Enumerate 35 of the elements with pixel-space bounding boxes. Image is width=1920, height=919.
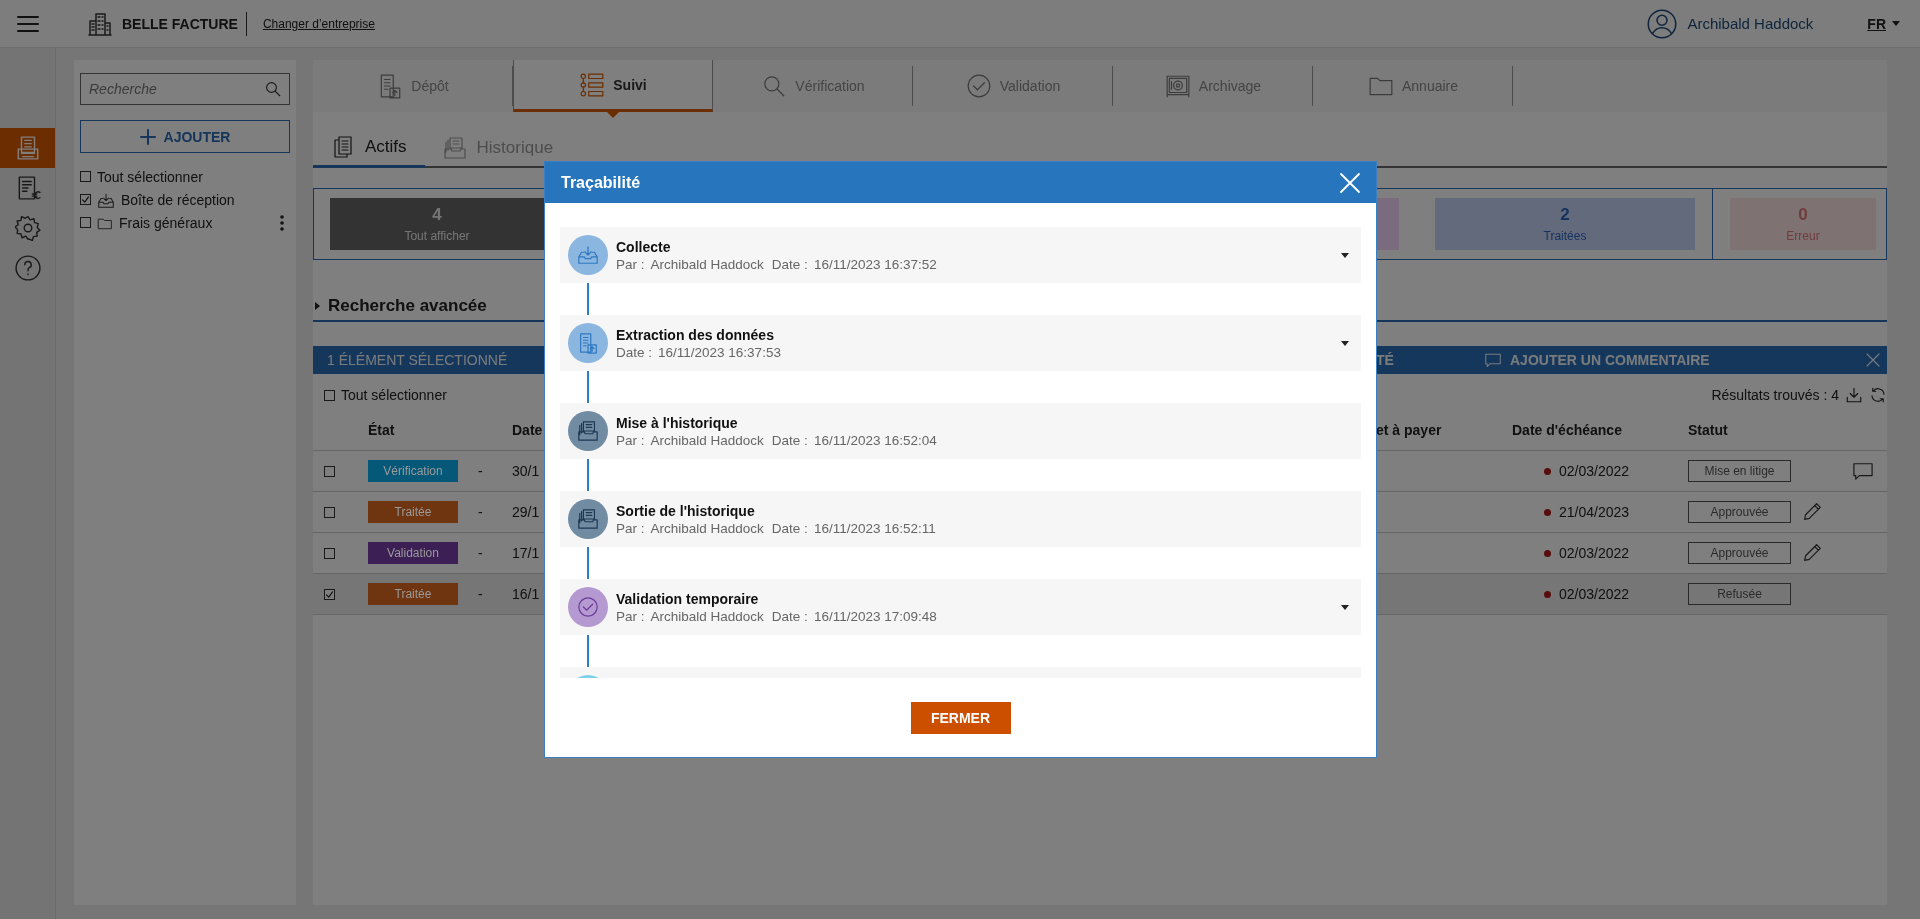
event-details: Par : Archibald Haddock Date : 16/11/2023 16:52:04 bbox=[616, 432, 938, 448]
state-tag: Traitée bbox=[368, 583, 458, 605]
event-title: Validation temporaire bbox=[616, 590, 760, 607]
event-title: Extraction des données bbox=[616, 326, 775, 343]
table-cell: - bbox=[478, 504, 483, 520]
table-cell: - bbox=[478, 545, 483, 561]
event-title: Mise à l'historique bbox=[616, 414, 739, 431]
results-count: Résultats trouvés : 4 bbox=[1711, 387, 1839, 403]
table-cell: 02/03/2022 bbox=[1559, 545, 1630, 561]
event-details: Par : Archibald Haddock Date : 16/11/2023 16:52:11 bbox=[616, 520, 937, 536]
table-cell: 02/03/2022 bbox=[1559, 463, 1630, 479]
event-title: Sortie de l'historique bbox=[616, 502, 756, 519]
table-cell: 16/1 bbox=[512, 586, 540, 602]
event-details: Par : Archibald Haddock Date : 16/11/2023 17:09:48 bbox=[616, 608, 938, 624]
column-header: État bbox=[368, 422, 395, 438]
state-tag: Traitée bbox=[368, 501, 458, 523]
selection-count: 1 ÉLÉMENT SÉLECTIONNÉ bbox=[327, 352, 508, 368]
state-tag: Vérification bbox=[368, 460, 458, 482]
table-cell: 30/1 bbox=[512, 463, 540, 479]
table-cell: 29/1 bbox=[512, 504, 540, 520]
table-cell: - bbox=[478, 463, 483, 479]
state-tag: Validation bbox=[368, 542, 458, 564]
table-cell: 21/04/2023 bbox=[1559, 504, 1630, 520]
dialog-title: Traçabilité bbox=[561, 173, 641, 192]
table-cell: 17/1 bbox=[512, 545, 540, 561]
column-header: et à payer bbox=[1376, 422, 1442, 438]
event-title: Collecte bbox=[616, 238, 672, 255]
column-header: Date d'échéance bbox=[1512, 422, 1622, 438]
event-details: Date : 16/11/2023 16:37:53 bbox=[616, 344, 782, 360]
table-cell: 02/03/2022 bbox=[1559, 586, 1630, 602]
brand-name: BELLE FACTURE bbox=[122, 15, 238, 32]
table-cell: - bbox=[478, 586, 483, 602]
column-header: Statut bbox=[1688, 422, 1728, 438]
column-header: Date bbox=[512, 422, 543, 438]
event-details: Par : Archibald Haddock Date : 16/11/2023 16:37:52 bbox=[616, 256, 938, 272]
